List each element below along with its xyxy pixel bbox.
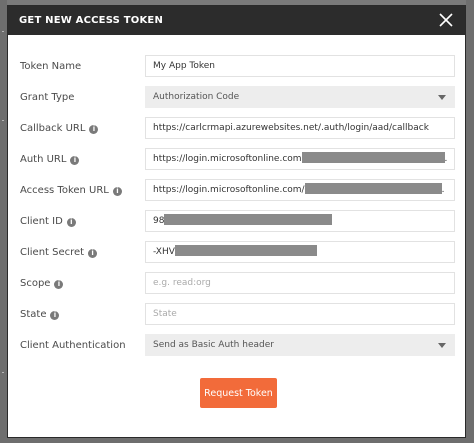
auth-url-label-wrap: Auth URL i <box>20 154 80 165</box>
chevron-down-icon <box>438 343 446 348</box>
access-token-url-input[interactable]: https://login.microsoftonline.com/. <box>145 179 455 201</box>
chevron-down-icon <box>438 95 446 100</box>
state-label: State <box>20 309 47 320</box>
access-token-dialog: GET NEW ACCESS TOKEN Token Name My App T… <box>7 5 466 438</box>
info-icon[interactable]: i <box>54 280 64 289</box>
client-secret-input[interactable]: -XHV <box>145 241 455 263</box>
state-placeholder: State <box>153 309 177 319</box>
access-token-url-value: https://login.microsoftonline.com/ <box>153 185 305 195</box>
callback-url-input[interactable]: https://carlcrmapi.azurewebsites.net/.au… <box>145 117 455 139</box>
callback-url-label: Callback URL <box>20 123 86 134</box>
auth-url-label: Auth URL <box>20 154 67 165</box>
client-auth-select[interactable]: Send as Basic Auth header <box>145 334 455 356</box>
client-secret-label-wrap: Client Secret i <box>20 247 98 258</box>
client-secret-row: Client Secret i -XHV <box>8 241 465 265</box>
auth-url-row: Auth URL i https://login.microsoftonline.… <box>8 148 465 172</box>
auth-url-suffix: . <box>444 154 448 164</box>
info-icon[interactable]: i <box>89 125 99 134</box>
access-token-url-row: Access Token URL i https://login.microsof… <box>8 179 465 203</box>
background-mark <box>2 120 4 121</box>
callback-url-value: https://carlcrmapi.azurewebsites.net/.au… <box>153 123 429 133</box>
callback-url-label-wrap: Callback URL i <box>20 123 99 134</box>
client-id-label: Client ID <box>20 216 63 227</box>
client-id-value: 98 <box>153 216 165 226</box>
token-name-value: My App Token <box>153 61 216 71</box>
request-token-button[interactable]: Request Token <box>200 378 277 408</box>
scope-label-wrap: Scope i <box>20 278 64 289</box>
state-input[interactable]: State <box>145 303 455 325</box>
client-id-input[interactable]: 98 <box>145 210 455 232</box>
background-mark <box>2 372 4 373</box>
scope-label: Scope <box>20 278 51 289</box>
auth-url-input[interactable]: https://login.microsoftonline.com. <box>145 148 455 170</box>
grant-type-value: Authorization Code <box>153 92 240 102</box>
info-icon[interactable]: i <box>112 187 122 196</box>
client-auth-row: Client Authentication Send as Basic Auth… <box>8 334 465 358</box>
info-icon[interactable]: i <box>50 311 60 320</box>
close-icon[interactable] <box>437 11 455 29</box>
redaction-block <box>164 214 333 225</box>
grant-type-label: Grant Type <box>20 92 75 103</box>
backdrop <box>466 0 474 443</box>
backdrop <box>0 0 7 443</box>
dialog-title: GET NEW ACCESS TOKEN <box>19 15 164 26</box>
scope-placeholder: e.g. read:org <box>153 278 211 288</box>
state-row: State i State <box>8 303 465 327</box>
client-id-label-wrap: Client ID i <box>20 216 76 227</box>
redaction-block <box>174 245 317 256</box>
client-id-row: Client ID i 98 <box>8 210 465 234</box>
access-token-url-label-wrap: Access Token URL i <box>20 185 122 196</box>
access-token-url-suffix: . <box>441 185 445 195</box>
scope-row: Scope i e.g. read:org <box>8 272 465 296</box>
token-name-label: Token Name <box>20 61 82 72</box>
redaction-block <box>304 183 442 194</box>
info-icon[interactable]: i <box>66 218 76 227</box>
client-secret-label: Client Secret <box>20 247 85 258</box>
token-name-input[interactable]: My App Token <box>145 55 455 77</box>
info-icon[interactable]: i <box>70 156 80 165</box>
background-mark <box>2 31 4 32</box>
auth-url-value: https://login.microsoftonline.com <box>153 154 302 164</box>
grant-type-select[interactable]: Authorization Code <box>145 86 455 108</box>
scope-input[interactable]: e.g. read:org <box>145 272 455 294</box>
token-name-row: Token Name My App Token <box>8 55 465 79</box>
client-auth-label: Client Authentication <box>20 340 126 351</box>
client-secret-value: -XHV <box>153 247 175 257</box>
client-auth-value: Send as Basic Auth header <box>153 340 274 350</box>
access-token-url-label: Access Token URL <box>20 185 109 196</box>
dialog-header: GET NEW ACCESS TOKEN <box>8 6 465 35</box>
callback-url-row: Callback URL i https://carlcrmapi.azurewe… <box>8 117 465 141</box>
state-label-wrap: State i <box>20 309 60 320</box>
grant-type-row: Grant Type Authorization Code <box>8 86 465 110</box>
info-icon[interactable]: i <box>88 249 98 258</box>
redaction-block <box>301 152 445 163</box>
